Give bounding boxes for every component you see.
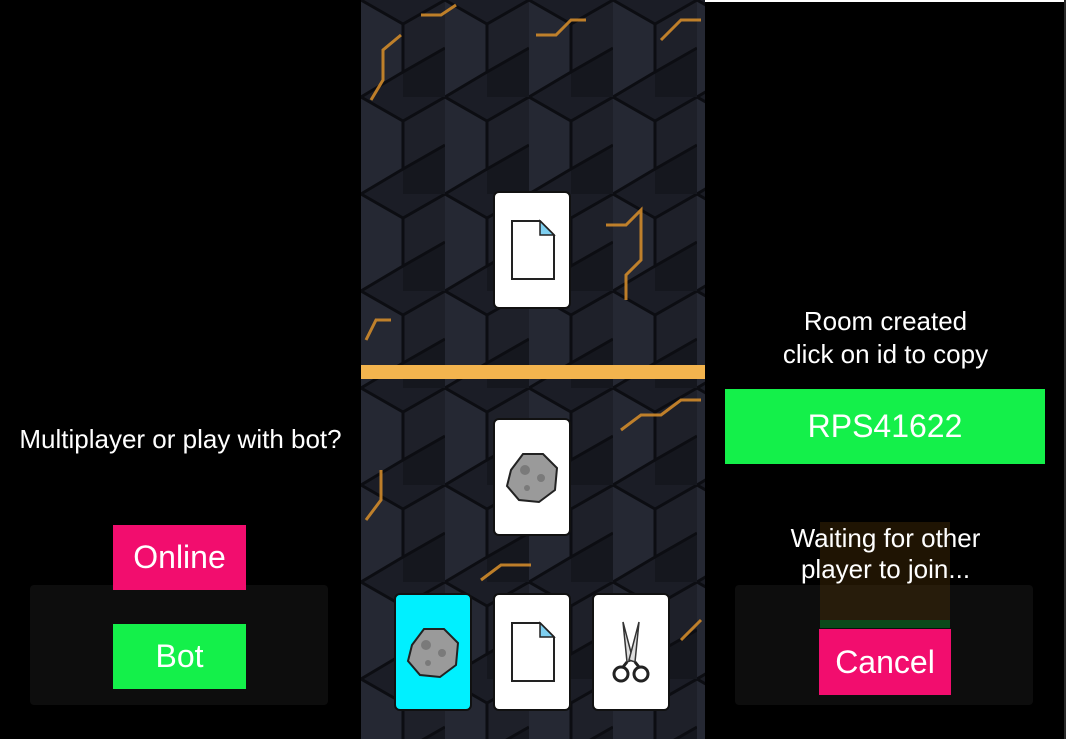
mode-select-panel: Multiplayer or play with bot? Online Bot <box>0 0 361 739</box>
room-created-line: Room created <box>803 306 968 336</box>
waiting-line-2: player to join... <box>800 554 971 584</box>
waiting-line-1: Waiting for other <box>790 523 981 553</box>
game-board <box>361 0 705 739</box>
copy-hint-line: click on id to copy <box>782 339 989 369</box>
rock-icon <box>406 628 460 679</box>
room-created-message: Room created click on id to copy <box>705 305 1066 371</box>
top-border <box>705 0 1066 2</box>
hand-card-scissors[interactable] <box>592 593 670 711</box>
room-id-button[interactable]: RPS41622 <box>725 389 1045 464</box>
waiting-message: Waiting for other player to join... <box>705 523 1066 585</box>
paper-icon <box>511 621 556 682</box>
online-button[interactable]: Online <box>113 525 246 590</box>
rock-icon <box>505 453 559 504</box>
hand-card-rock[interactable] <box>394 593 472 711</box>
player-played-card <box>493 418 571 536</box>
board-divider <box>361 365 705 379</box>
mode-prompt: Multiplayer or play with bot? <box>19 424 342 454</box>
hand-card-paper[interactable] <box>493 593 571 711</box>
opponent-card <box>493 191 571 309</box>
room-panel: Room created click on id to copy RPS4162… <box>705 0 1066 739</box>
bot-button[interactable]: Bot <box>113 624 246 689</box>
background-ghost-bar <box>820 620 950 628</box>
scissors-icon <box>612 621 650 683</box>
cancel-button[interactable]: Cancel <box>819 629 951 695</box>
paper-icon <box>511 219 556 280</box>
